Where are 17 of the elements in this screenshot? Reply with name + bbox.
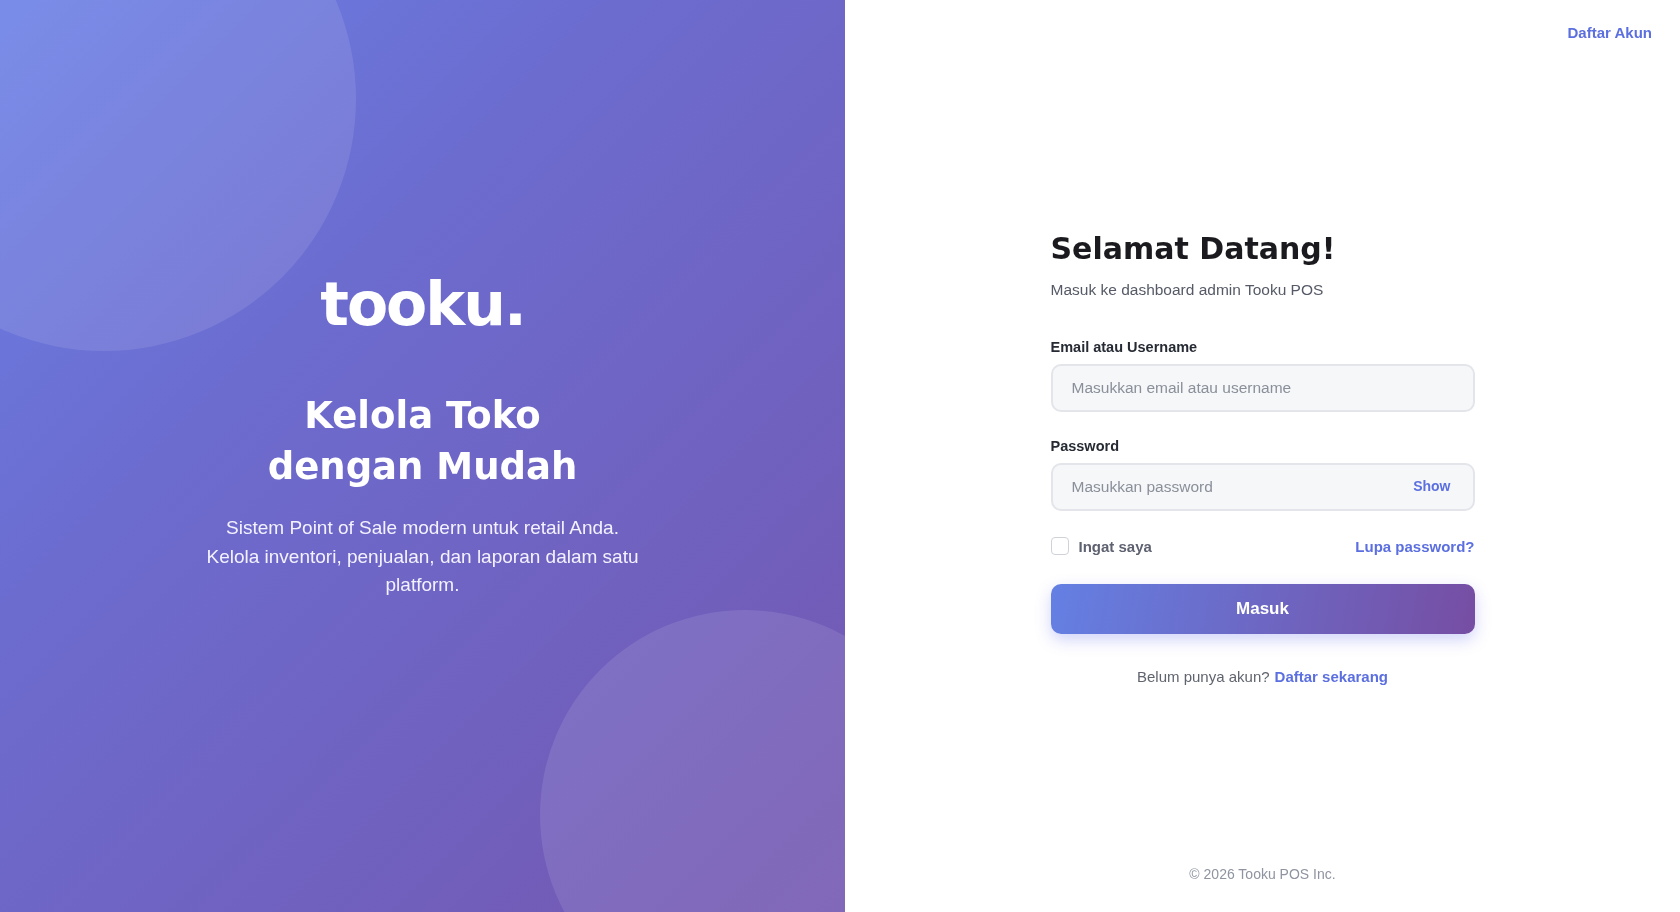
logo: tooku.	[320, 274, 525, 335]
signup-prompt: Belum punya akun?	[1137, 668, 1270, 685]
register-link[interactable]: Daftar Akun	[1567, 24, 1652, 41]
email-field[interactable]: Masukkan email atau username	[1050, 364, 1475, 412]
signup-link[interactable]: Daftar sekarang	[1274, 668, 1388, 685]
checkbox-label: Ingat saya	[1078, 537, 1152, 555]
forgot-password-link[interactable]: Lupa password?	[1355, 537, 1475, 555]
login-button[interactable]: Masuk	[1050, 584, 1475, 634]
headline: Kelola Toko dengan Mudah	[267, 393, 578, 491]
description: Sistem Point of Sale modern untuk retail Anda. Kelola inventori, penjualan, dan laporan dalam satu platform.	[205, 516, 640, 598]
remember-checkbox[interactable]	[1050, 537, 1069, 555]
copyright: © 2026 Tooku POS Inc.	[1188, 866, 1337, 882]
welcome-title: Selamat Datang!	[1050, 230, 1337, 268]
subtitle: Masuk ke dashboard admin Tooku POS	[1050, 281, 1325, 299]
show-password-button[interactable]: Show	[1413, 478, 1451, 494]
field-label: Password	[1050, 438, 1120, 454]
field-label: Email atau Username	[1050, 339, 1199, 355]
